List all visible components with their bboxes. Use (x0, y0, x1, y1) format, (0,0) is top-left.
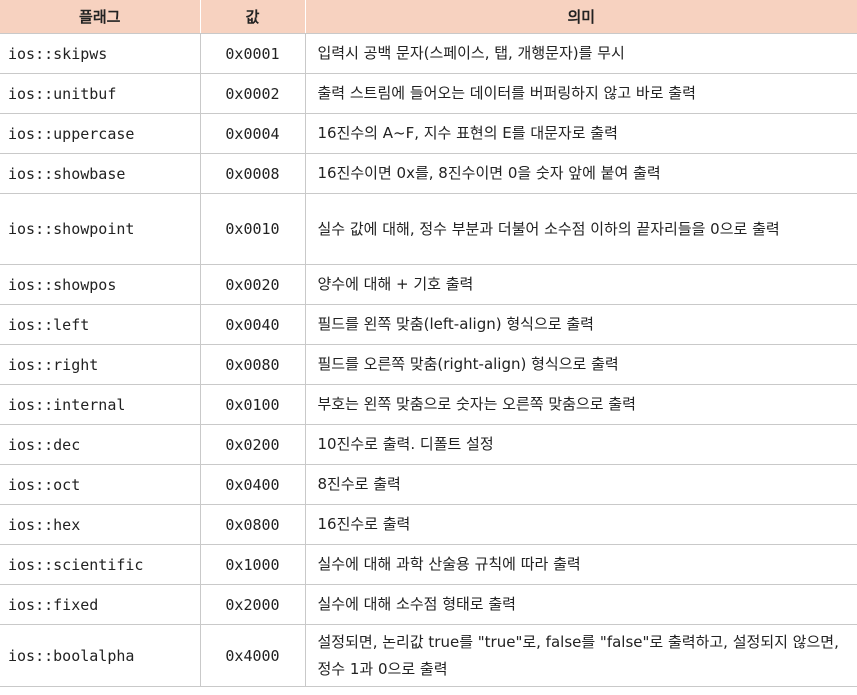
meaning-cell: 필드를 오른쪽 맞춤(right-align) 형식으로 출력 (305, 344, 857, 385)
header-row: 플래그 값 의미 (0, 0, 857, 34)
meaning-cell: 10진수로 출력. 디폴트 설정 (305, 424, 857, 465)
table-row: ios::showpoint 0x0010 실수 값에 대해, 정수 부분과 더불어… (0, 193, 857, 265)
header-flag: 플래그 (0, 0, 201, 34)
flag-cell: ios::dec (0, 424, 201, 465)
table-row: ios::oct 0x0400 8진수로 출력 (0, 464, 857, 505)
meaning-cell: 8진수로 출력 (305, 464, 857, 505)
flag-cell: ios::uppercase (0, 113, 201, 154)
flag-cell: ios::showpos (0, 264, 201, 305)
table-header: 플래그 값 의미 (0, 0, 857, 34)
value-cell: 0x0020 (200, 264, 306, 305)
value-cell: 0x0200 (200, 424, 306, 465)
flag-cell: ios::showpoint (0, 193, 201, 265)
table-row: ios::uppercase 0x0004 16진수의 A~F, 지수 표현의 E를… (0, 113, 857, 154)
value-cell: 0x0080 (200, 344, 306, 385)
value-cell: 0x0001 (200, 33, 306, 74)
meaning-cell: 실수 값에 대해, 정수 부분과 더불어 소수점 이하의 끝자리들을 0으로 출… (305, 193, 857, 265)
value-cell: 0x2000 (200, 584, 306, 625)
table-row: ios::unitbuf 0x0002 출력 스트림에 들어오는 데이터를 버퍼링하… (0, 73, 857, 114)
flag-cell: ios::fixed (0, 584, 201, 625)
table-body: ios::skipws 0x0001 입력시 공백 문자(스페이스, 탭, 개행문자… (0, 33, 857, 687)
meaning-cell: 16진수의 A~F, 지수 표현의 E를 대문자로 출력 (305, 113, 857, 154)
meaning-cell: 실수에 대해 과학 산술용 규칙에 따라 출력 (305, 544, 857, 585)
value-cell: 0x0400 (200, 464, 306, 505)
format-flags-table: 플래그 값 의미 ios::skipws 0x0001 입력시 공백 문자(스페이스… (0, 0, 857, 687)
flag-cell: ios::unitbuf (0, 73, 201, 114)
table-row: ios::scientific 0x1000 실수에 대해 과학 산술용 규칙에 따… (0, 544, 857, 585)
meaning-cell: 16진수이면 0x를, 8진수이면 0을 숫자 앞에 붙여 출력 (305, 153, 857, 194)
value-cell: 0x0004 (200, 113, 306, 154)
table-row: ios::left 0x0040 필드를 왼쪽 맞춤(left-align) 형식으… (0, 304, 857, 345)
value-cell: 0x0040 (200, 304, 306, 345)
value-cell: 0x1000 (200, 544, 306, 585)
flag-cell: ios::internal (0, 384, 201, 425)
value-cell: 0x0100 (200, 384, 306, 425)
table-row: ios::right 0x0080 필드를 오른쪽 맞춤(right-align) … (0, 344, 857, 385)
table-row: ios::showbase 0x0008 16진수이면 0x를, 8진수이면 0을 … (0, 153, 857, 194)
flag-cell: ios::showbase (0, 153, 201, 194)
value-cell: 0x0002 (200, 73, 306, 114)
table-row: ios::skipws 0x0001 입력시 공백 문자(스페이스, 탭, 개행문자… (0, 33, 857, 74)
flag-cell: ios::right (0, 344, 201, 385)
meaning-cell: 실수에 대해 소수점 형태로 출력 (305, 584, 857, 625)
meaning-cell: 양수에 대해 + 기호 출력 (305, 264, 857, 305)
table-row: ios::fixed 0x2000 실수에 대해 소수점 형태로 출력 (0, 584, 857, 625)
table-row: ios::boolalpha 0x4000 설정되면, 논리값 true를 "tru… (0, 624, 857, 687)
value-cell: 0x0010 (200, 193, 306, 265)
meaning-cell: 설정되면, 논리값 true를 "true"로, false를 "false"로… (305, 624, 857, 687)
value-cell: 0x4000 (200, 624, 306, 687)
value-cell: 0x0800 (200, 504, 306, 545)
meaning-cell: 출력 스트림에 들어오는 데이터를 버퍼링하지 않고 바로 출력 (305, 73, 857, 114)
meaning-cell: 부호는 왼쪽 맞춤으로 숫자는 오른쪽 맞춤으로 출력 (305, 384, 857, 425)
flag-cell: ios::skipws (0, 33, 201, 74)
flag-cell: ios::boolalpha (0, 624, 201, 687)
table-row: ios::hex 0x0800 16진수로 출력 (0, 504, 857, 545)
header-meaning: 의미 (305, 0, 857, 34)
table-row: ios::dec 0x0200 10진수로 출력. 디폴트 설정 (0, 424, 857, 465)
table-row: ios::showpos 0x0020 양수에 대해 + 기호 출력 (0, 264, 857, 305)
table-row: ios::internal 0x0100 부호는 왼쪽 맞춤으로 숫자는 오른쪽 맞… (0, 384, 857, 425)
meaning-cell: 입력시 공백 문자(스페이스, 탭, 개행문자)를 무시 (305, 33, 857, 74)
flag-cell: ios::hex (0, 504, 201, 545)
flag-cell: ios::oct (0, 464, 201, 505)
meaning-cell: 필드를 왼쪽 맞춤(left-align) 형식으로 출력 (305, 304, 857, 345)
value-cell: 0x0008 (200, 153, 306, 194)
flag-cell: ios::left (0, 304, 201, 345)
header-value: 값 (200, 0, 306, 34)
meaning-cell: 16진수로 출력 (305, 504, 857, 545)
flag-cell: ios::scientific (0, 544, 201, 585)
